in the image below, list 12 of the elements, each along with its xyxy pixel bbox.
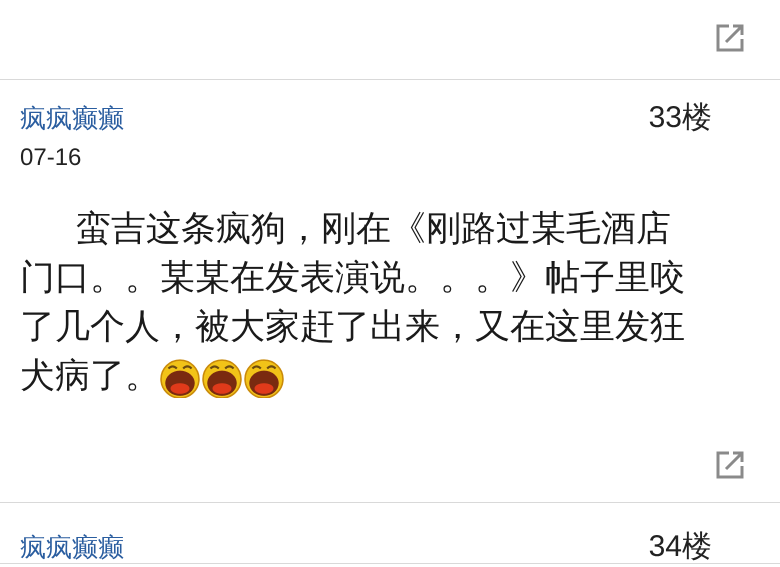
author-name[interactable]: 疯疯癫癫: [20, 102, 124, 134]
floor-number: 34楼: [648, 531, 713, 563]
author-name[interactable]: 疯疯癫癫: [20, 531, 124, 563]
floor-number: 33楼: [648, 102, 713, 134]
post-date: 07-16: [20, 143, 82, 173]
laughing-emoticon: [202, 358, 242, 398]
post-text-line: 了几个人，被大家赶了出来，又在这里发狂: [20, 307, 685, 346]
post-text-line: 门口。。某某在发表演说。。。》帖子里咬: [20, 258, 685, 297]
post-text-line: 蛮吉这条疯狗，刚在《刚路过某毛酒店: [76, 209, 671, 248]
laughing-emoticon: [160, 358, 200, 398]
post-text-line: 犬病了。: [20, 356, 160, 395]
laughing-emoticon: [244, 358, 284, 398]
